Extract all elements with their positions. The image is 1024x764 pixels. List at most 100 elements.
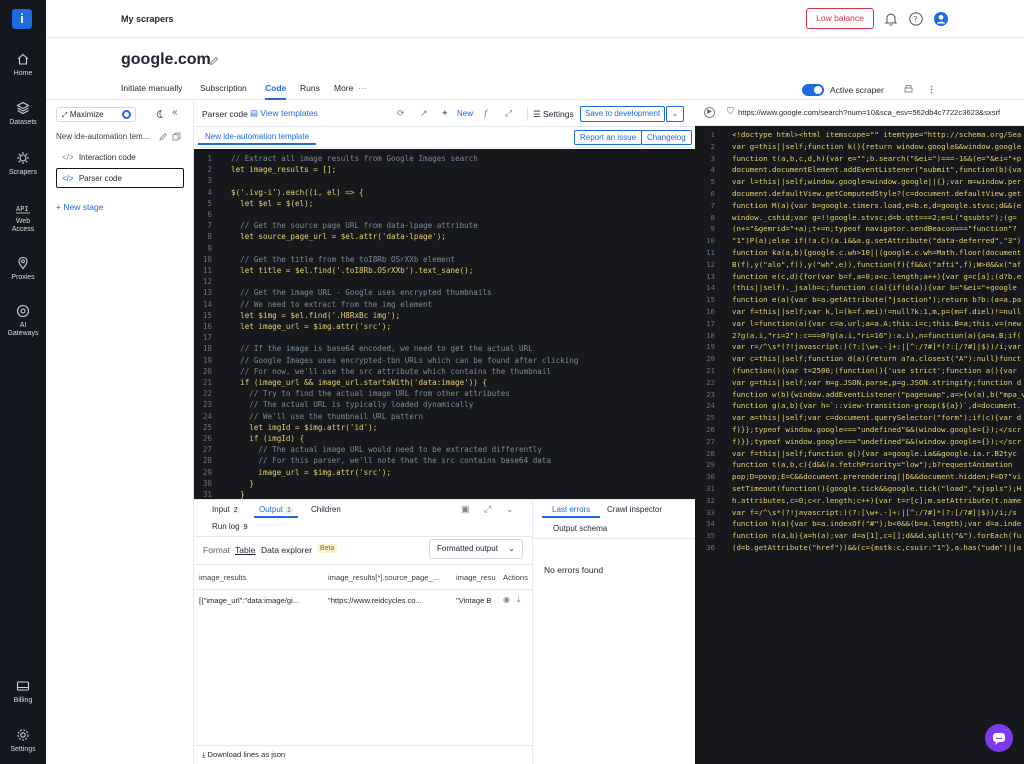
column-header[interactable]: image_results[*].source_page_... [328, 573, 446, 582]
format-table-option[interactable]: Table [235, 545, 255, 555]
play-icon[interactable]: ▶ [704, 107, 715, 118]
nav-scrapers[interactable]: Scrapers [0, 151, 46, 176]
tab-output-schema[interactable]: Output schema [553, 524, 607, 533]
panel-expand-icon[interactable]: ⤢ [484, 504, 491, 515]
download-json-button[interactable]: ⤓ Download lines as json [202, 750, 285, 760]
nav-proxies[interactable]: Proxies [0, 256, 46, 281]
save-to-development-button[interactable]: Save to development [580, 106, 666, 122]
line-number: 3 [207, 176, 212, 186]
tab-last-errors[interactable]: Last errors [542, 505, 601, 518]
nav-billing-label: Billing [13, 697, 33, 704]
logo[interactable]: i [12, 9, 32, 29]
code-text: let image_url = $img.attr('src'); [231, 322, 392, 331]
source-text: var l=this||self;window.google=window.go… [732, 177, 1022, 187]
editor-subtabs: New ide-automation template Report an is… [194, 127, 695, 148]
active-scraper-toggle[interactable] [802, 84, 824, 96]
line-number: 31 [202, 490, 212, 499]
view-templates-link[interactable]: ▤ View templates [250, 108, 318, 119]
source-text: function ka(a,b){google.c.wh>10||(google… [732, 248, 1022, 257]
download-row-icon[interactable]: ⤓ [517, 595, 521, 605]
code-text: // The actual URL is typically loaded dy… [231, 400, 474, 410]
source-text: var f=/^\s*(?!javascript:)(?:[\w+.-]+:|[… [732, 507, 1017, 517]
maximize-button[interactable]: ⤢ Maximize [56, 107, 136, 122]
tab-children[interactable]: Children [311, 505, 341, 514]
source-text: function t(a,b,c){d&&(a.fetchPriority="l… [732, 460, 1013, 470]
source-line: 35 function n(a,b){a=h(a);var d=a[1],c=[]… [695, 530, 1024, 542]
low-balance-button[interactable]: Low balance [806, 8, 874, 29]
help-icon[interactable]: ? [908, 11, 924, 27]
line-number: 33 [706, 507, 715, 517]
code-line: 22 // Try to find the actual image URL f… [194, 388, 695, 399]
print-icon[interactable] [903, 84, 914, 95]
function-icon[interactable]: ƒ [483, 108, 488, 118]
changelog-button[interactable]: Changelog [641, 130, 692, 145]
tab-crawl-inspector[interactable]: Crawl inspector [607, 505, 662, 514]
line-number: 5 [207, 198, 212, 208]
code-line: 21 if (image_url && image_url.startsWith… [194, 377, 695, 388]
settings-button[interactable]: ☰ Settings [527, 107, 574, 121]
stage-copy-icon[interactable] [172, 132, 181, 141]
table-cell: "Vintage B [456, 596, 492, 605]
tab-input[interactable]: Input 2 [212, 505, 240, 514]
collapse-icon[interactable]: « [172, 107, 178, 118]
new-label[interactable]: New [457, 109, 473, 118]
tab-initiate-manually[interactable]: Initiate manually [121, 83, 182, 93]
no-errors-text: No errors found [544, 565, 604, 575]
stage-edit-icon[interactable] [159, 132, 168, 141]
fullscreen-icon[interactable]: ⤢ [505, 108, 512, 119]
report-issue-button[interactable]: Report an issue [574, 130, 643, 145]
user-avatar-icon[interactable] [933, 11, 949, 27]
tab-code[interactable]: Code [265, 83, 287, 100]
nav-billing[interactable]: Billing [0, 679, 46, 704]
save-dropdown-chevron-icon[interactable]: ⌄ [666, 106, 684, 122]
tab-more[interactable]: More [334, 83, 353, 93]
line-number: 10 [202, 254, 212, 264]
column-header[interactable]: image_resu [456, 573, 500, 582]
new-stage-button[interactable]: + New stage [56, 202, 104, 212]
line-number: 30 [202, 478, 212, 488]
column-header[interactable]: image_results [199, 573, 319, 582]
nav-web-access[interactable]: API Web Access [0, 202, 46, 234]
line-number: 11 [202, 266, 212, 275]
source-line: 34 function h(a){var b=a.indexOf("#");b<0… [695, 518, 1024, 530]
edit-icon[interactable] [209, 56, 219, 66]
nav-home[interactable]: Home [0, 52, 46, 77]
code-text: // We'll use the thumbnail URL pattern [231, 411, 424, 421]
plugin-icon[interactable]: ✦ [441, 108, 449, 119]
source-line: 14 (this||self)._jsalh=c;function c(a){if… [695, 282, 1024, 294]
view-row-icon[interactable]: ◉ [503, 595, 510, 604]
stage-interaction-code[interactable]: </> Interaction code [62, 153, 136, 162]
source-url[interactable]: https://www.google.com/search?num=10&sca… [738, 108, 1000, 117]
code-text: image_url = $img.attr('src'); [231, 467, 392, 477]
panel-chevron-down-icon[interactable]: ⌄ [506, 504, 514, 515]
more-dots-icon[interactable]: ··· [358, 83, 367, 93]
moon-icon[interactable] [154, 109, 164, 119]
chat-launcher-button[interactable] [985, 724, 1013, 752]
tab-output[interactable]: Output 1 [259, 505, 293, 514]
tab-run-log-count: 9 [241, 524, 250, 531]
tab-subscription[interactable]: Subscription [200, 83, 247, 93]
code-text: // Try to find the actual image URL from… [231, 389, 510, 399]
code-area[interactable]: 1 // Extract all image results from Googl… [194, 149, 695, 499]
source-line: 4 document.documentElement.addEventListen… [695, 164, 1024, 176]
line-number: 22 [706, 377, 715, 387]
tab-run-log[interactable]: Run log 9 [212, 522, 250, 531]
tab-template[interactable]: New ide-automation template [198, 130, 317, 145]
terminal-icon[interactable]: ▣ [461, 504, 470, 515]
bell-icon[interactable] [883, 11, 899, 27]
nav-settings[interactable]: Settings [0, 728, 46, 753]
format-data-explorer-option[interactable]: Data explorer [261, 545, 312, 555]
document-icon: ▤ [250, 108, 259, 118]
line-number: 12 [202, 277, 212, 287]
formatted-output-select[interactable]: Formatted output ⌄ [429, 539, 523, 559]
code-icon: </> [62, 174, 74, 183]
tab-runs[interactable]: Runs [300, 83, 320, 93]
stage-parser-code[interactable]: </> Parser code [62, 174, 122, 183]
open-external-icon[interactable]: ↗ [420, 108, 428, 119]
nav-datasets[interactable]: Datasets [0, 101, 46, 126]
nav-ai-gateways[interactable]: AI Gateways [0, 304, 46, 338]
refresh-icon[interactable]: ⟳ [397, 108, 405, 119]
options-dots-icon[interactable] [926, 84, 937, 95]
code-text: } [231, 490, 245, 499]
template-name: New ide-automation tem... [56, 132, 150, 141]
